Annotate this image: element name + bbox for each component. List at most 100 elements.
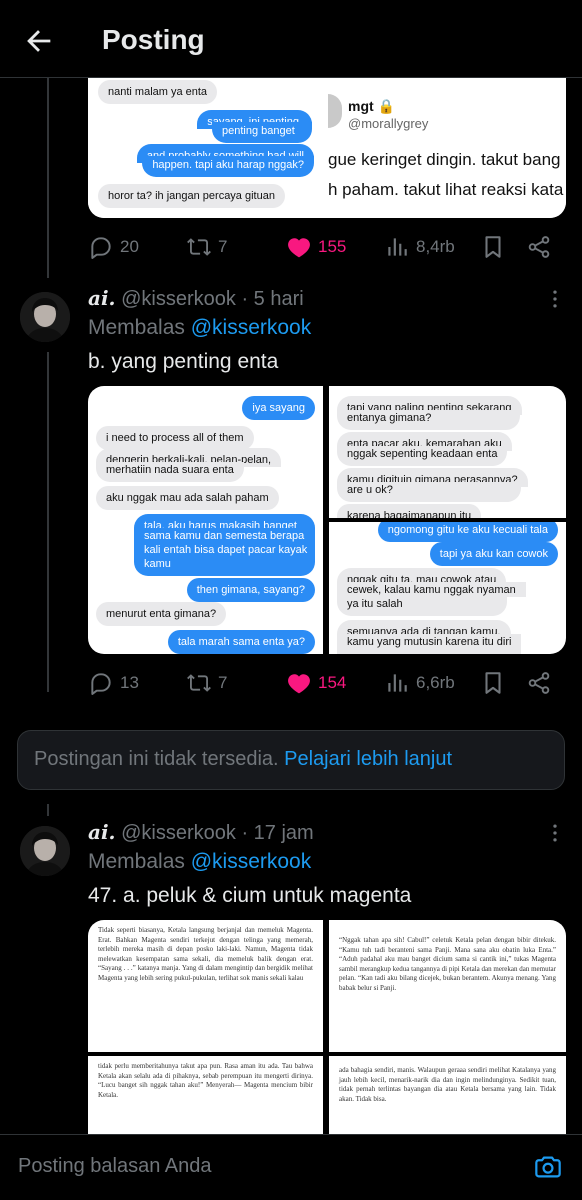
like-count: 155 [318,237,347,256]
repost-count: 7 [218,237,228,256]
chat-bubble: kamu [134,556,315,576]
like-button[interactable]: 155 [286,232,346,262]
display-name[interactable]: ai. [88,820,116,844]
tweet-text: gue keringet dingin. takut bang [328,150,561,169]
back-arrow-icon[interactable] [22,24,56,58]
heart-filled-icon [288,238,310,258]
post-text: 47. a. peluk & cium untuk magenta [88,884,412,907]
chat-bubble: menurut enta gimana? [96,602,227,626]
tweet-screenshot[interactable]: mgt 🔒 @morallygrey gue keringet dingin. … [328,70,566,218]
bookmark-button[interactable] [480,668,506,698]
views-button[interactable]: 6,6rb [384,668,455,698]
share-button[interactable] [526,232,552,262]
thread-line [47,78,49,278]
user-handle[interactable]: @kisserkook [121,822,236,844]
repost-button[interactable]: 7 [186,668,227,698]
post-actions: 20 7 155 8,4rb [88,232,568,262]
unavailable-text: Postingan ini tidak tersedia. [34,748,279,770]
reply-icon [91,673,111,695]
post-media[interactable]: nanti malam ya enta sayang, ini penting.… [88,70,566,218]
share-button[interactable] [526,668,552,698]
chat-bubble: happen. tapi aku harap nggak? [142,156,314,177]
page-title: Posting [102,24,205,55]
post-media[interactable]: Tidak seperti biasanya, Ketala langsung … [88,920,566,1134]
chat-bubble: ngomong gitu ke aku kecuali tala [377,522,558,542]
user-handle[interactable]: @kisserkook [121,288,236,310]
avatar-photo [20,292,70,342]
book-page[interactable]: Tidak seperti biasanya, Ketala langsung … [88,920,323,1052]
replying-to: Membalas @kisserkook [88,316,311,340]
lock-icon: 🔒 [377,98,395,114]
display-name[interactable]: ai. [88,286,116,310]
view-count: 6,6rb [416,673,455,692]
reply-count: 20 [120,237,139,256]
chat-bubble: aku nggak mau ada salah paham [96,486,279,510]
chat-screenshot[interactable]: nanti malam ya enta sayang, ini penting.… [88,70,322,218]
chat-bubble: i need to process all of them [96,426,254,450]
reply-button[interactable]: 20 [88,232,139,262]
avatar[interactable] [20,292,70,342]
post-actions: 13 7 154 6,6rb [88,668,568,698]
post-text: b. yang penting enta [88,350,279,373]
chat-bubble: penting banget [212,122,312,143]
avatar[interactable] [20,826,70,876]
profile-pic [328,94,342,128]
chat-bubble: karena bagaimanapun itu [337,504,482,518]
like-button[interactable]: 154 [286,668,346,698]
chat-screenshot[interactable]: tapi yang paling penting sekarang entany… [329,386,566,518]
bookmark-button[interactable] [480,232,506,262]
like-count: 154 [318,673,347,692]
chat-bubble: are u ok? [337,482,521,502]
reply-composer: Posting balasan Anda [0,1134,582,1200]
chat-bubble: cewek, kalau kamu nggak nyaman [337,582,526,597]
chat-bubble: horor ta? ih jangan percaya gituan [98,184,285,208]
tweet-author-handle: @morallygrey [348,116,429,131]
book-page[interactable]: tidak perlu memberitahunya takut apa pun… [88,1056,323,1134]
views-icon [388,238,407,256]
more-options-icon[interactable] [544,822,566,844]
camera-icon[interactable] [534,1153,562,1181]
more-options-icon[interactable] [544,288,566,310]
post-time[interactable]: · 5 hari [241,288,303,310]
tweet-text: h paham. takut lihat reaksi kata [328,180,564,199]
tweet-author-name: mgt [348,98,374,114]
thread-line [47,804,49,816]
chat-bubble: sama kamu dan semesta berapa [134,528,315,543]
post-time[interactable]: · 17 jam [241,822,313,844]
reply-input[interactable]: Posting balasan Anda [18,1155,212,1178]
reply-count: 13 [120,673,139,692]
chat-bubble: iya sayang [242,396,315,420]
chat-screenshot[interactable]: iya sayang i need to process all of them… [88,386,323,654]
chat-bubble: kamu yang mutusin karena itu diri [337,634,522,654]
tweet-author: mgt 🔒 [348,98,395,115]
heart-filled-icon [288,674,310,694]
unavailable-post-notice: Postingan ini tidak tersedia. Pelajari l… [17,730,565,790]
chat-bubble: kali entah bisa dapet pacar kayak [134,542,315,557]
repost-button[interactable]: 7 [186,232,227,262]
mention-link[interactable]: @kisserkook [191,316,312,339]
mention-link[interactable]: @kisserkook [191,850,312,873]
reply-button[interactable]: 13 [88,668,139,698]
chat-bubble: tala marah sama enta ya? [167,630,315,654]
replying-to: Membalas @kisserkook [88,850,311,874]
post-media[interactable]: iya sayang i need to process all of them… [88,386,566,654]
reply-icon [91,237,111,259]
learn-more-link[interactable]: Pelajari lebih lanjut [284,748,452,770]
post-author: ai. @kisserkook · 17 jam [88,820,314,845]
book-page[interactable]: ada bahagia sendiri, manis. Walaupun ger… [329,1056,566,1134]
post-author: ai. @kisserkook · 5 hari [88,286,304,311]
chat-bubble: ya itu salah [337,596,507,616]
thread-line [47,352,49,692]
chat-bubble: nanti malam ya enta [98,80,218,104]
repost-count: 7 [218,673,228,692]
chat-bubble: entanya gimana? [337,410,520,430]
replying-to-label: Membalas [88,316,185,339]
book-page[interactable]: “Nggak tahan apa sih! Cabul!” celetuk Ke… [329,920,566,1052]
views-button[interactable]: 8,4rb [384,232,455,262]
chat-screenshot[interactable]: ngomong gitu ke aku kecuali tala tapi ya… [329,522,566,654]
repost-icon [187,238,211,256]
bookmark-icon [485,236,501,258]
chat-bubble: tapi ya aku kan cowok [429,542,558,566]
view-count: 8,4rb [416,237,455,256]
replying-to-label: Membalas [88,850,185,873]
